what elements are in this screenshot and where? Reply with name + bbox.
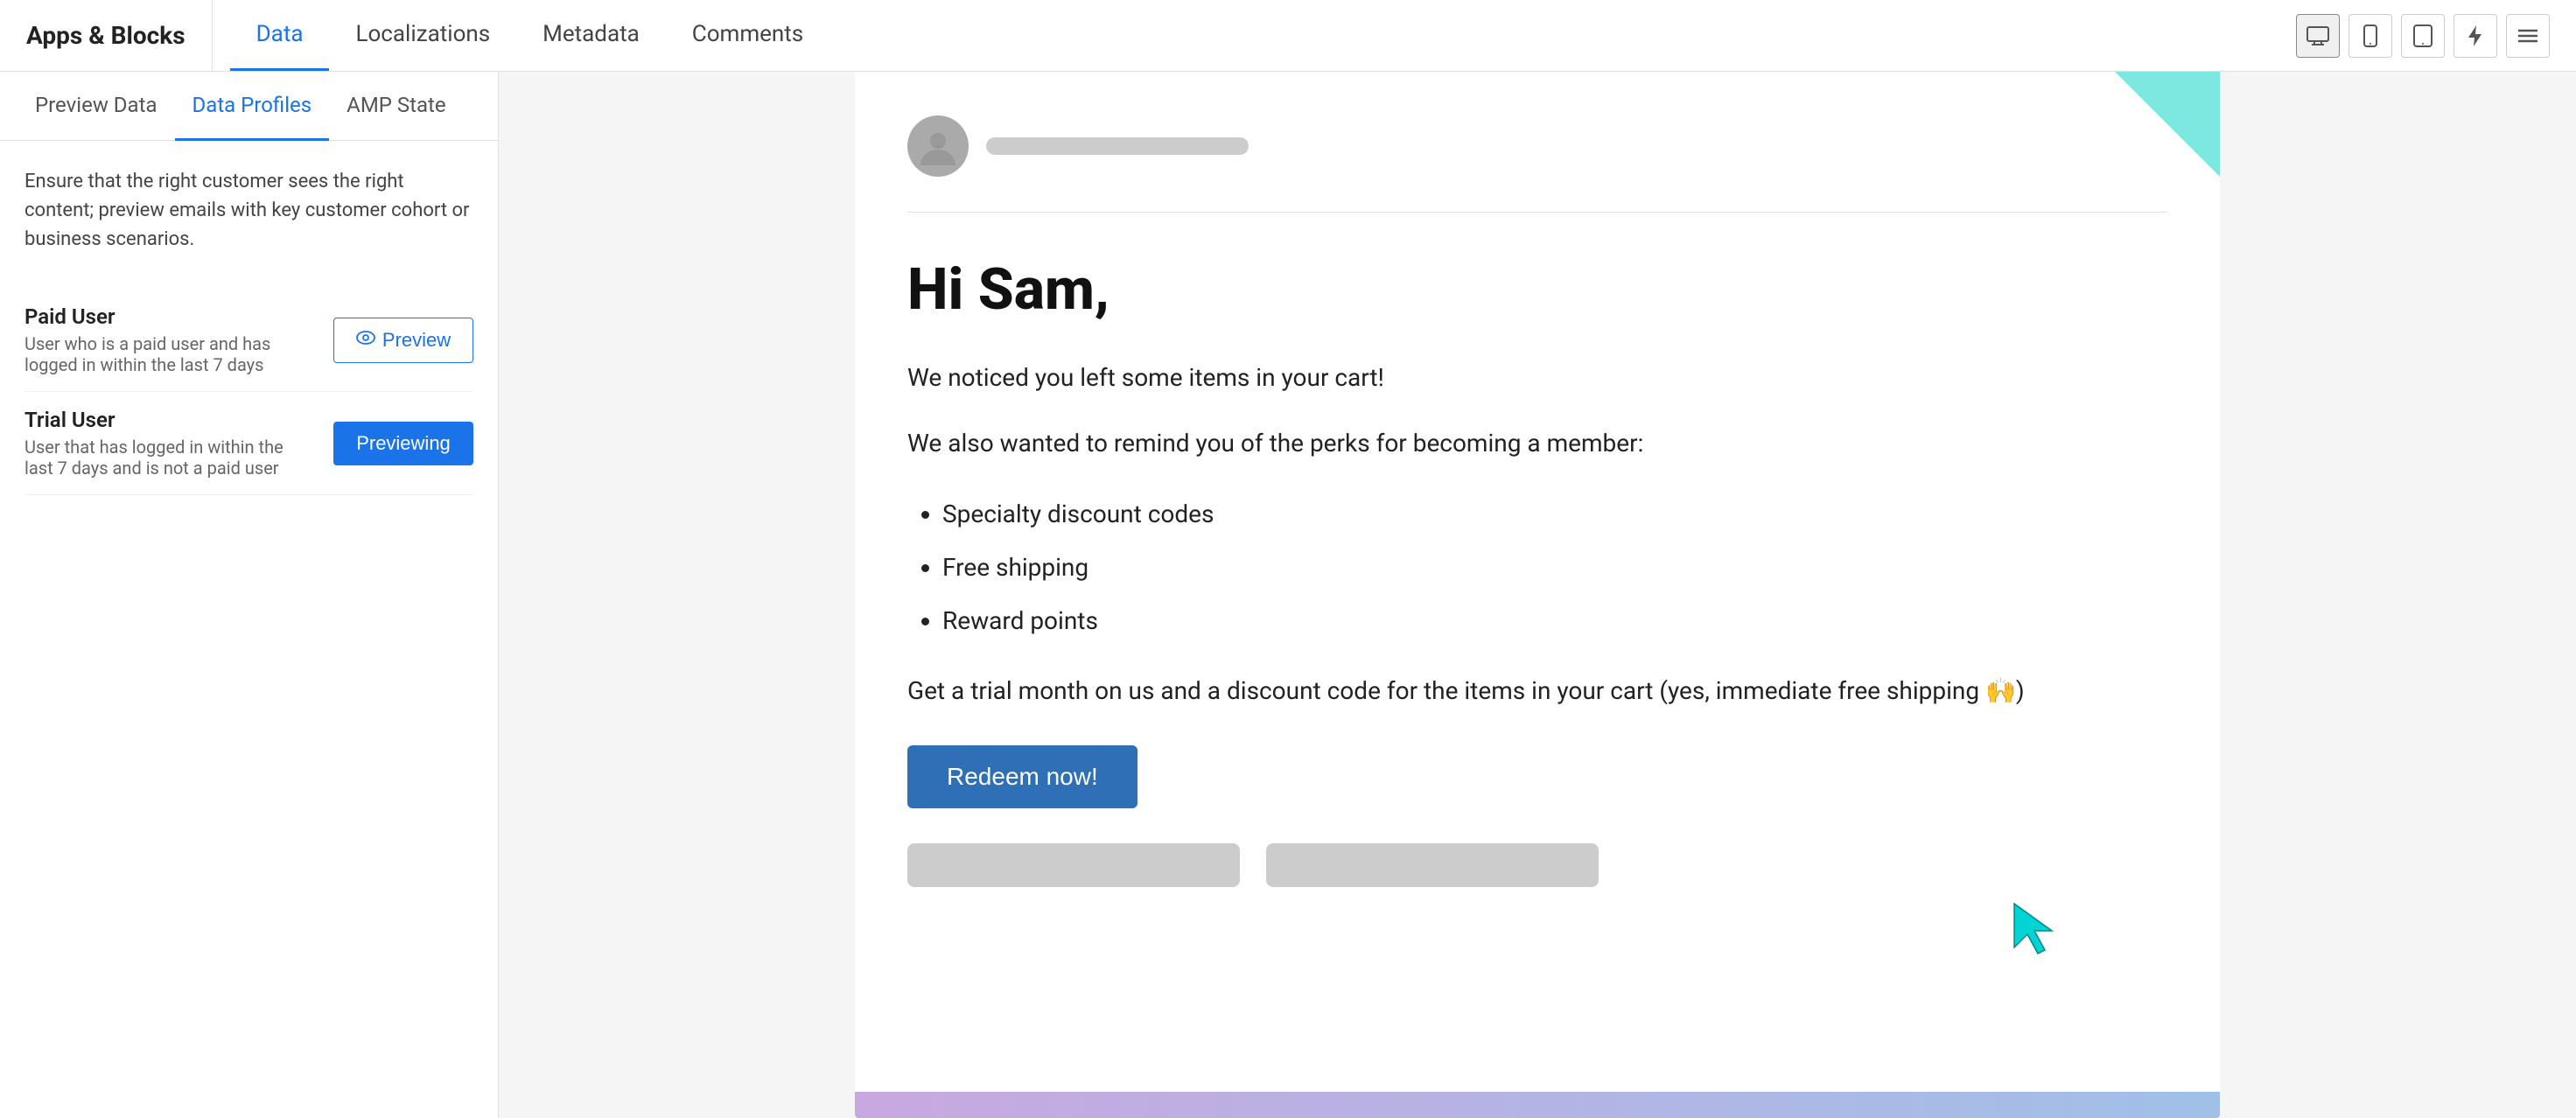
- corner-triangle: [2115, 72, 2220, 177]
- right-panel: Hi Sam, We noticed you left some items i…: [499, 72, 2576, 1118]
- paid-user-name: Paid User: [24, 304, 316, 329]
- email-greeting: Hi Sam,: [907, 256, 2167, 324]
- list-item: Free shipping: [942, 543, 2167, 592]
- trial-user-desc: User that has logged in within the last …: [24, 437, 316, 479]
- email-header: [907, 115, 2167, 177]
- cursor-decoration: [2010, 899, 2062, 961]
- paid-user-desc: User who is a paid user and has logged i…: [24, 333, 316, 375]
- profile-row-trial-user: Trial User User that has logged in withi…: [24, 392, 473, 495]
- email-para-1: We noticed you left some items in your c…: [907, 359, 2167, 398]
- eye-icon: [356, 330, 375, 350]
- preview-button-paid-user[interactable]: Preview: [333, 318, 473, 363]
- profile-row-paid-user: Paid User User who is a paid user and ha…: [24, 289, 473, 392]
- email-from-bar: [986, 137, 1249, 155]
- main-content: Preview Data Data Profiles AMP State Ens…: [0, 72, 2576, 1118]
- email-list: Specialty discount codes Free shipping R…: [942, 490, 2167, 646]
- email-preview: Hi Sam, We noticed you left some items i…: [855, 72, 2220, 1118]
- nav-tabs: Data Localizations Metadata Comments: [213, 0, 848, 71]
- tab-metadata[interactable]: Metadata: [516, 0, 666, 71]
- email-para-2: We also wanted to remind you of the perk…: [907, 424, 2167, 464]
- footer-bar-1: [907, 843, 1240, 887]
- nav-toolbar: [2270, 0, 2576, 71]
- app-logo: Apps & Blocks: [26, 21, 186, 50]
- tab-comments[interactable]: Comments: [666, 0, 830, 71]
- email-bottom-accent: [855, 1092, 2220, 1118]
- email-divider: [907, 212, 2167, 213]
- footer-bar-2: [1266, 843, 1599, 887]
- trial-user-name: Trial User: [24, 408, 316, 432]
- sub-tab-amp-state[interactable]: AMP State: [329, 72, 463, 141]
- email-body: Hi Sam, We noticed you left some items i…: [907, 256, 2167, 808]
- previewing-button-trial-user[interactable]: Previewing: [333, 422, 473, 465]
- top-navigation: Apps & Blocks Data Localizations Metadat…: [0, 0, 2576, 72]
- avatar: [907, 115, 969, 177]
- tab-data[interactable]: Data: [230, 0, 330, 71]
- list-item: Reward points: [942, 597, 2167, 646]
- flash-button[interactable]: [2454, 14, 2497, 58]
- nav-logo-area: Apps & Blocks: [0, 0, 213, 71]
- left-panel: Preview Data Data Profiles AMP State Ens…: [0, 72, 499, 1118]
- desktop-view-button[interactable]: [2296, 14, 2340, 58]
- tab-localizations[interactable]: Localizations: [329, 0, 516, 71]
- panel-content: Ensure that the right customer sees the …: [0, 141, 498, 1118]
- sub-tabs: Preview Data Data Profiles AMP State: [0, 72, 498, 141]
- tablet-view-button[interactable]: [2401, 14, 2445, 58]
- list-view-button[interactable]: [2506, 14, 2550, 58]
- email-footer-bars: [907, 843, 2167, 887]
- sub-tab-data-profiles[interactable]: Data Profiles: [175, 72, 330, 141]
- profile-info-trial-user: Trial User User that has logged in withi…: [24, 408, 333, 479]
- corner-decoration: [2115, 72, 2220, 177]
- email-para-3: Get a trial month on us and a discount c…: [907, 672, 2167, 711]
- list-item: Specialty discount codes: [942, 490, 2167, 539]
- mobile-view-button[interactable]: [2348, 14, 2392, 58]
- redeem-button[interactable]: Redeem now!: [907, 745, 1138, 808]
- sub-tab-preview-data[interactable]: Preview Data: [18, 72, 175, 141]
- description-text: Ensure that the right customer sees the …: [24, 167, 473, 254]
- profile-info-paid-user: Paid User User who is a paid user and ha…: [24, 304, 333, 375]
